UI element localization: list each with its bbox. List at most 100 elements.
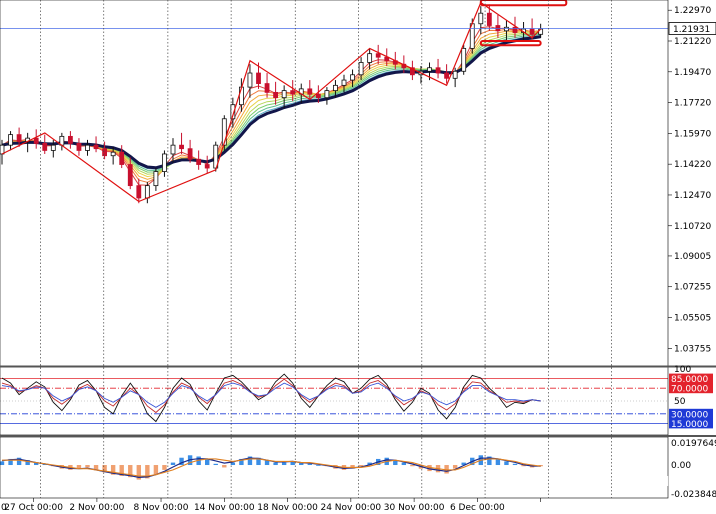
candle-body [341, 79, 347, 86]
candle-body [162, 153, 167, 172]
candle-body [33, 137, 39, 144]
candle-body [119, 151, 125, 165]
macd-histogram-bar [273, 462, 278, 466]
macd-histogram-bar [316, 465, 321, 466]
time-tick-label: 8 Nov 00:00 [134, 503, 189, 513]
watermark-text: © TMGM [633, 475, 691, 490]
macd-tick-label: 0.00 [671, 461, 691, 471]
watermark: © TMGM [612, 472, 691, 490]
candle-body [187, 148, 193, 160]
macd-histogram-bar [401, 462, 407, 466]
candle-body [281, 90, 287, 99]
candle-body [529, 28, 535, 35]
macd-tick-label: 0.0197649 [671, 439, 716, 449]
price-tick-label: 1.12470 [674, 191, 711, 201]
candle-body [93, 144, 99, 150]
macd-histogram-bar [410, 465, 415, 467]
macd-histogram-bar [162, 465, 167, 470]
candle-body [8, 134, 13, 146]
price-tick-label: 1.21220 [674, 37, 711, 47]
candle-body [307, 88, 313, 95]
price-tick-label: 1.15970 [674, 129, 711, 139]
oscillator-panel [0, 373, 668, 424]
candle-body [290, 90, 296, 95]
time-tick-label: 24 Nov 00:00 [320, 503, 381, 513]
macd-histogram-bar [153, 465, 159, 475]
macd-histogram-bar [0, 461, 5, 466]
candle-body [435, 67, 441, 74]
candle-body [350, 74, 355, 81]
candle-body [170, 144, 176, 155]
candle-body [136, 185, 142, 199]
time-tick-label: 6 Dec 00:00 [450, 503, 505, 513]
macd-histogram-bar [307, 463, 312, 466]
candle-body [196, 158, 202, 165]
moving-average-line [1, 33, 541, 172]
candle-body [324, 90, 330, 99]
time-tick-label: 18 Nov 00:00 [257, 503, 318, 513]
candle-body [512, 26, 518, 33]
candle-body [315, 93, 321, 99]
price-tick-label: 1.17720 [674, 99, 711, 109]
macd-histogram-bar [504, 461, 509, 466]
current-price-label: 1.21931 [673, 25, 710, 35]
price-tick-label: 1.09005 [674, 252, 711, 262]
tmgm-logo-icon [612, 472, 630, 490]
price-tick-label: 1.03755 [674, 344, 711, 354]
candle-body [247, 72, 253, 88]
candle-body [68, 135, 73, 144]
candle-body [256, 72, 261, 84]
candle-body [375, 53, 381, 58]
macd-histogram-bar [495, 458, 501, 466]
candle-body [427, 67, 432, 72]
oscillator-tick-label: 100 [674, 365, 691, 375]
trading-chart: 1.22970 1.21220 1.19470 1.17720 1.15970 1.142… [0, 0, 716, 513]
candle-body [486, 12, 492, 26]
candle-body [264, 83, 270, 93]
oscillator-level-label: 15.0000 [671, 420, 708, 430]
price-tick-label: 1.07255 [674, 283, 711, 293]
candle-body [179, 144, 184, 150]
candle-body [153, 171, 159, 187]
candle-body [204, 164, 210, 169]
candle-body [444, 72, 450, 79]
moving-average-line [1, 34, 541, 170]
candle-body [478, 12, 484, 25]
macd-tick-label: -0.0238485 [671, 490, 716, 500]
macd-panel [0, 455, 543, 480]
time-tick-label: 2 Nov 00:00 [69, 503, 124, 513]
oscillator-level-label: 70.0000 [671, 385, 708, 395]
candle-body [16, 134, 22, 143]
zigzag-line [1, 1, 542, 203]
candle-body [42, 143, 48, 151]
macd-histogram-bar [512, 463, 518, 466]
macd-histogram-bar [213, 463, 218, 466]
candle-body [358, 62, 364, 76]
candle-body [110, 151, 116, 157]
time-tick-label: 27 Oct 00:00 [4, 503, 63, 513]
price-panel [0, 0, 668, 204]
macd-histogram-bar [222, 465, 227, 468]
candle-body [273, 91, 279, 99]
candle-body [461, 47, 467, 72]
macd-histogram-bar [85, 465, 90, 468]
price-tick-label: 1.14220 [674, 160, 711, 170]
oscillator-series-line [1, 373, 541, 423]
price-tick-label: 1.19470 [674, 68, 711, 78]
macd-histogram-bar [281, 462, 287, 466]
price-tick-label: 1.10720 [674, 222, 711, 232]
candle-body [76, 143, 82, 151]
candle-body [367, 53, 373, 63]
oscillator-tick-label: 50 [674, 397, 686, 407]
candle-body [144, 185, 150, 199]
price-tick-label: 1.05505 [674, 314, 711, 324]
candle-body [102, 148, 107, 157]
candle-body [333, 84, 338, 92]
time-tick-label: 14 Nov 00:00 [194, 503, 255, 513]
slow-moving-average-line [1, 35, 541, 170]
candle-body [50, 144, 56, 151]
candle-body [452, 70, 458, 79]
annotation-rectangle [479, 0, 568, 7]
macd-histogram-bar [170, 462, 176, 466]
candle-body [127, 164, 133, 187]
